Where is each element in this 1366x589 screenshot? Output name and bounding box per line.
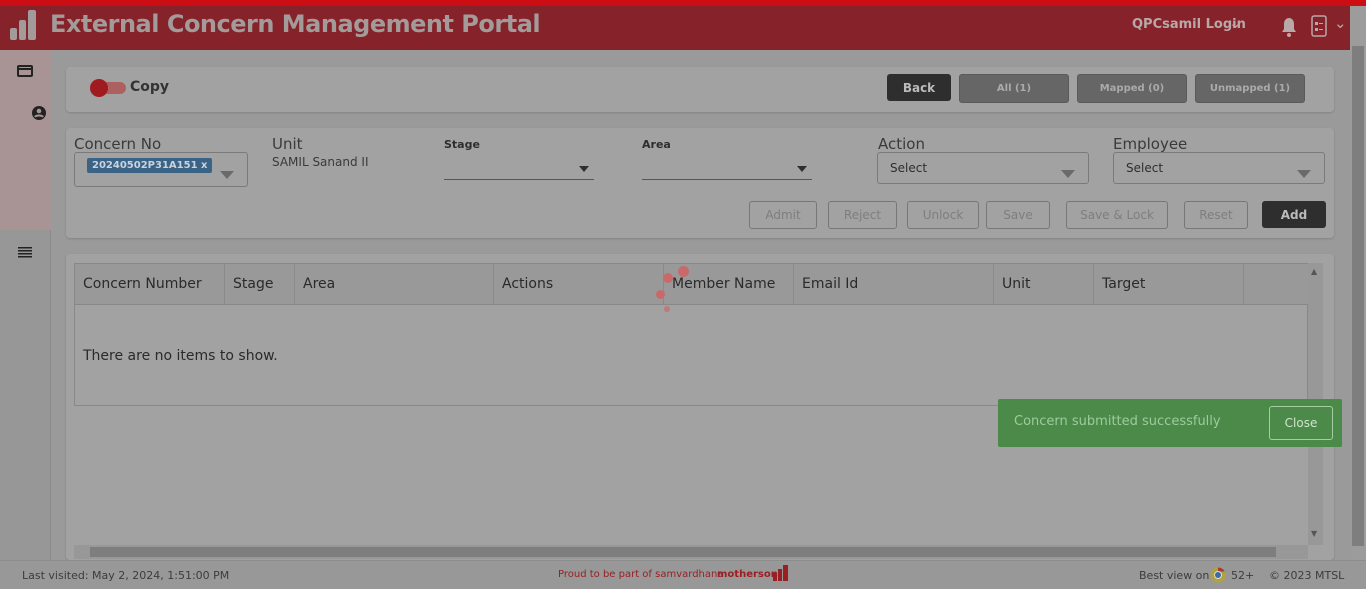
success-toast: Concern submitted successfully Close (998, 399, 1342, 447)
mapped-filter-button[interactable]: Mapped (0) (1077, 74, 1187, 103)
unit-label: Unit (272, 135, 303, 153)
add-button[interactable]: Add (1262, 201, 1326, 228)
column-header[interactable]: Unit (994, 264, 1094, 305)
admit-button[interactable]: Admit (749, 201, 817, 229)
back-button[interactable]: Back (887, 74, 951, 101)
column-header[interactable]: Area (295, 264, 494, 305)
action-label: Action (878, 135, 925, 153)
concern-no-label: Concern No (74, 135, 162, 153)
employee-select[interactable]: Select (1113, 152, 1325, 184)
header: External Concern Management Portal QPCsa… (0, 6, 1350, 50)
best-view-text: Best view on (1139, 569, 1210, 582)
sidebar (0, 50, 51, 560)
unlock-button[interactable]: Unlock (907, 201, 979, 229)
table-header: Concern Number Stage Area Actions Member… (75, 264, 1309, 305)
column-header[interactable]: Target (1094, 264, 1244, 305)
copy-label: Copy (130, 79, 170, 95)
all-filter-button[interactable]: All (1) (959, 74, 1069, 103)
column-header[interactable]: Stage (225, 264, 295, 305)
card-icon[interactable] (17, 65, 33, 77)
chevron-down-icon[interactable]: ⌄ (1334, 14, 1347, 32)
bar-logo-icon (10, 10, 36, 40)
save-and-lock-button[interactable]: Save & Lock (1066, 201, 1168, 229)
unit-value: SAMIL Sanand II (272, 155, 369, 169)
table-horizontal-scrollbar[interactable] (74, 545, 1308, 559)
copyright: © 2023 MTSL (1269, 569, 1345, 582)
employee-label: Employee (1113, 135, 1188, 153)
proud-text: Proud to be part of samvardhana (558, 569, 724, 580)
reject-button[interactable]: Reject (828, 201, 897, 229)
chrome-icon (1210, 567, 1226, 583)
document-list-icon[interactable] (1311, 15, 1327, 37)
stage-select[interactable] (444, 160, 594, 180)
user-circle-icon[interactable] (32, 106, 46, 120)
save-button[interactable]: Save (986, 201, 1050, 229)
toast-close-button[interactable]: Close (1269, 406, 1333, 440)
brand-text: motherson (717, 569, 778, 580)
motherson-logo-icon (773, 565, 788, 581)
concern-no-tag: 20240502P31A151 x (87, 158, 213, 173)
results-table: Concern Number Stage Area Actions Member… (74, 263, 1309, 406)
copy-toggle[interactable] (90, 79, 126, 97)
chevron-down-icon[interactable]: ⌄ (1229, 14, 1242, 32)
browser-version: 52+ (1231, 569, 1255, 582)
footer: Last visited: May 2, 2024, 1:51:00 PM Pr… (0, 560, 1366, 589)
column-header[interactable]: Email Id (794, 264, 994, 305)
column-header[interactable]: Actions (494, 264, 664, 305)
action-select[interactable]: Select (877, 152, 1089, 184)
stage-label: Stage (444, 138, 480, 151)
menu-icon[interactable] (18, 247, 32, 258)
tag-remove-icon[interactable]: x (201, 160, 207, 171)
reset-button[interactable]: Reset (1184, 201, 1248, 229)
column-header[interactable]: Concern Number (75, 264, 225, 305)
area-label: Area (642, 138, 671, 151)
last-visited: Last visited: May 2, 2024, 1:51:00 PM (22, 569, 230, 582)
app-title: External Concern Management Portal (50, 10, 541, 38)
area-select[interactable] (642, 160, 812, 180)
page-scrollbar[interactable] (1350, 6, 1366, 560)
unmapped-filter-button[interactable]: Unmapped (1) (1195, 74, 1305, 103)
bell-icon[interactable] (1280, 17, 1298, 37)
empty-message: There are no items to show. (83, 348, 278, 364)
toast-message: Concern submitted successfully (1014, 414, 1221, 429)
